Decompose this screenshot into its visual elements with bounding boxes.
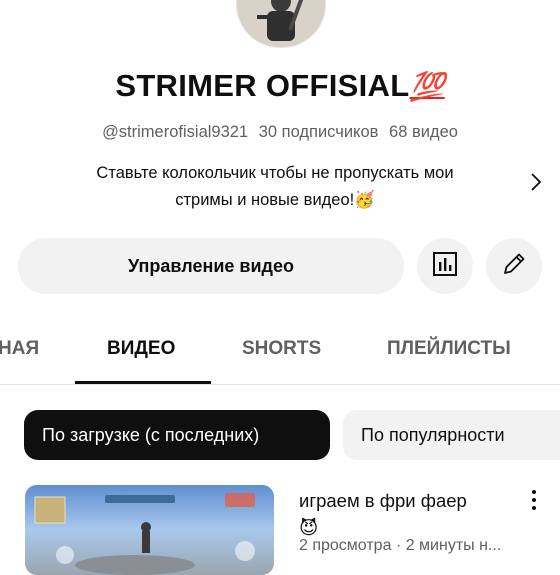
channel-name-text: STRIMER OFFISIAL [115,68,410,103]
video-meta: 2 просмотра · 2 минуты н... [299,537,502,554]
edit-channel-button[interactable] [486,238,542,294]
thumbnail-image [25,485,274,575]
sort-chip-popular[interactable]: По популярности [343,410,560,460]
more-vert-icon[interactable] [526,488,542,512]
channel-avatar[interactable] [236,0,326,48]
hundred-points-icon: 💯 [409,71,445,102]
video-count: 68 видео [389,123,458,141]
sort-chip-latest[interactable]: По загрузке (с последних) [24,410,330,460]
tab-videos[interactable]: ВИДЕО [107,338,175,360]
analytics-icon [432,251,458,282]
tab-playlists[interactable]: ПЛЕЙЛИСТЫ [387,338,511,360]
subscriber-count: 30 подписчиков [258,123,379,141]
channel-tabs: НАЯ ВИДЕО SHORTS ПЛЕЙЛИСТЫ [0,322,560,385]
video-title[interactable]: играем в фри фаер 😈 [299,487,509,541]
active-tab-indicator [75,381,211,384]
channel-handle: @strimerofisial9321 [102,123,249,141]
description-line: Ставьте колокольчик чтобы не пропускать … [96,164,454,182]
avatar-image [237,0,325,47]
video-thumbnail[interactable] [25,485,274,575]
tab-home[interactable]: НАЯ [0,338,39,360]
analytics-button[interactable] [417,238,473,294]
channel-description[interactable]: Ставьте колокольчик чтобы не пропускать … [40,160,510,214]
channel-name: STRIMER OFFISIAL💯 [0,68,560,104]
chevron-right-icon[interactable] [524,170,548,194]
manage-videos-button[interactable]: Управление видео [18,238,404,294]
description-line: стримы и новые видео!🥳 [175,191,375,209]
video-title-text: играем в фри фаер [299,490,467,511]
pencil-icon [500,250,528,283]
tab-shorts[interactable]: SHORTS [242,338,321,360]
channel-meta: @strimerofisial9321 30 подписчиков 68 ви… [0,123,560,142]
